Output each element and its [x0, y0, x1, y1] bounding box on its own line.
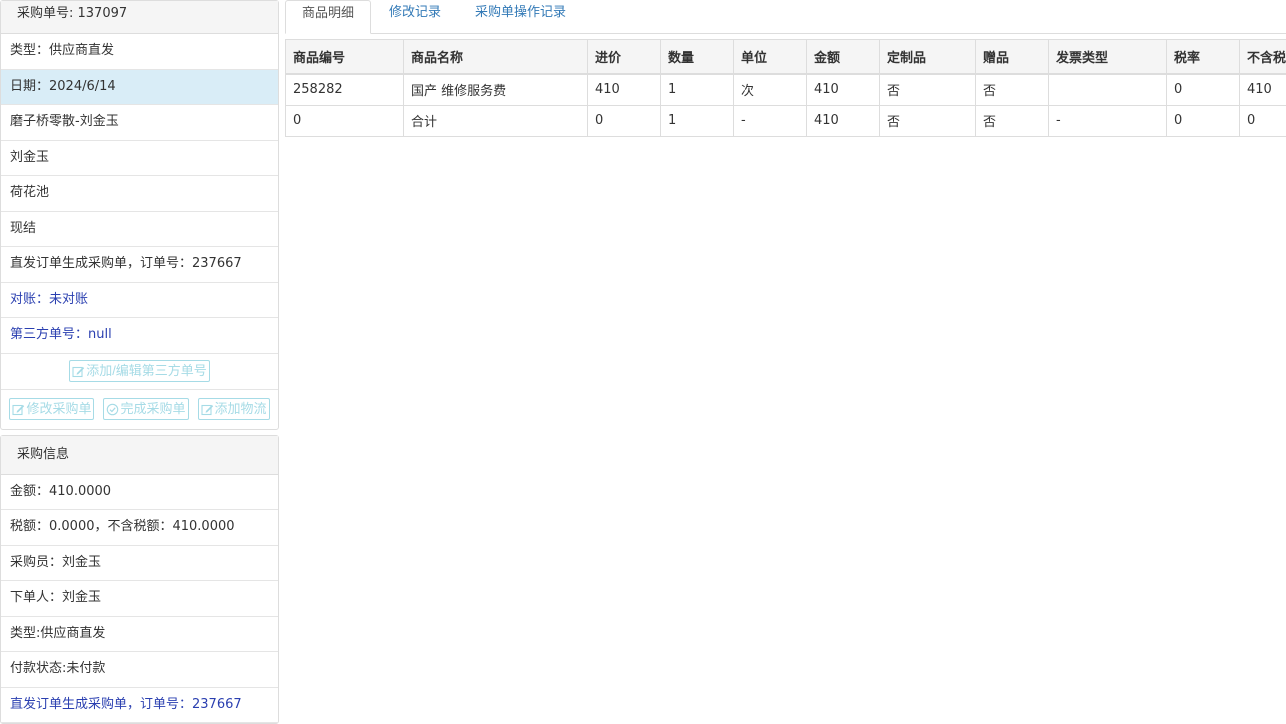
add-edit-third-party-label: 添加/编辑第三方单号: [86, 362, 207, 380]
table-cell: 410: [588, 74, 661, 106]
purchase-type: 类型:供应商直发: [1, 617, 278, 653]
main-content: 商品明细 修改记录 采购单操作记录 商品编号 商品名称 进价 数量 单位 金额 …: [285, 0, 1286, 137]
edit-icon: [201, 403, 214, 416]
third-party-number: 第三方单号：null: [1, 318, 278, 354]
payment-status: 付款状态:未付款: [1, 652, 278, 688]
table-cell: 次: [734, 74, 807, 106]
order-source-note: 直发订单生成采购单，订单号：237667: [1, 247, 278, 283]
complete-order-label: 完成采购单: [120, 400, 185, 418]
order-placer: 下单人：刘金玉: [1, 581, 278, 617]
table-cell: 否: [880, 105, 976, 136]
table-cell: 258282: [286, 74, 404, 106]
table-cell: 0: [1167, 74, 1240, 106]
column-header: 金额: [807, 40, 880, 74]
table-cell: 否: [976, 74, 1049, 106]
column-header: 税率: [1167, 40, 1240, 74]
customer-name: 磨子桥零散-刘金玉: [1, 105, 278, 141]
tab-bar: 商品明细 修改记录 采购单操作记录: [285, 0, 1286, 34]
purchaser: 采购员：刘金玉: [1, 546, 278, 582]
column-header: 不含税: [1240, 40, 1286, 74]
column-header: 定制品: [880, 40, 976, 74]
edit-order-button[interactable]: 修改采购单: [9, 398, 94, 420]
contact-person: 刘金玉: [1, 141, 278, 177]
amount: 金额：410.0000: [1, 475, 278, 511]
column-header: 赠品: [976, 40, 1049, 74]
column-header: 发票类型: [1049, 40, 1167, 74]
tab-product-details[interactable]: 商品明细: [285, 0, 371, 34]
reconciliation-status: 对账：未对账: [1, 283, 278, 319]
order-info-panel: 采购单号: 137097 类型：供应商直发 日期：2024/6/14 磨子桥零散…: [0, 0, 279, 430]
order-type: 类型：供应商直发: [1, 34, 278, 70]
table-cell: 0: [1167, 105, 1240, 136]
add-logistics-label: 添加物流: [215, 400, 267, 418]
complete-order-button[interactable]: 完成采购单: [103, 398, 188, 420]
column-header: 进价: [588, 40, 661, 74]
column-header: 数量: [661, 40, 734, 74]
tax-amount: 税额：0.0000，不含税额：410.0000: [1, 510, 278, 546]
table-cell: 国产 维修服务费: [404, 74, 588, 106]
purchase-info-header: 采购信息: [1, 436, 278, 475]
warehouse-location: 荷花池: [1, 176, 278, 212]
column-header: 商品名称: [404, 40, 588, 74]
table-cell: 0: [286, 105, 404, 136]
edit-order-label: 修改采购单: [26, 400, 91, 418]
order-number-header: 采购单号: 137097: [1, 1, 278, 34]
table-cell: [1049, 74, 1167, 106]
table-cell: 0: [1240, 105, 1286, 136]
left-column: 采购单号: 137097 类型：供应商直发 日期：2024/6/14 磨子桥零散…: [0, 0, 279, 724]
column-header: 商品编号: [286, 40, 404, 74]
table-cell: 否: [880, 74, 976, 106]
check-circle-icon: [106, 403, 119, 416]
action-button-row: 修改采购单 完成采购单 添加物流: [1, 390, 278, 429]
edit-icon: [72, 365, 85, 378]
payment-method: 现结: [1, 212, 278, 248]
tab-operation-log[interactable]: 采购单操作记录: [459, 0, 582, 34]
table-cell: 1: [661, 105, 734, 136]
tab-modification-log[interactable]: 修改记录: [373, 0, 457, 34]
purchase-info-panel: 采购信息 金额：410.0000 税额：0.0000，不含税额：410.0000…: [0, 435, 279, 724]
table-row: 258282 国产 维修服务费 410 1 次 410 否 否 0 410: [286, 74, 1286, 106]
table-cell: 否: [976, 105, 1049, 136]
add-logistics-button[interactable]: 添加物流: [198, 398, 270, 420]
table-cell: 410: [807, 105, 880, 136]
table-cell: 0: [588, 105, 661, 136]
table-total-row: 0 合计 0 1 - 410 否 否 - 0 0: [286, 105, 1286, 136]
table-cell: -: [1049, 105, 1167, 136]
table-cell: -: [734, 105, 807, 136]
product-table: 商品编号 商品名称 进价 数量 单位 金额 定制品 赠品 发票类型 税率 不含税…: [285, 39, 1286, 137]
order-date: 日期：2024/6/14: [1, 70, 278, 106]
add-edit-third-party-button[interactable]: 添加/编辑第三方单号: [69, 360, 210, 382]
table-cell: 1: [661, 74, 734, 106]
third-party-button-row: 添加/编辑第三方单号: [1, 354, 278, 390]
table-cell: 410: [807, 74, 880, 106]
table-header-row: 商品编号 商品名称 进价 数量 单位 金额 定制品 赠品 发票类型 税率 不含税: [286, 40, 1286, 74]
table-cell: 410: [1240, 74, 1286, 106]
table-cell: 合计: [404, 105, 588, 136]
edit-icon: [12, 403, 25, 416]
column-header: 单位: [734, 40, 807, 74]
